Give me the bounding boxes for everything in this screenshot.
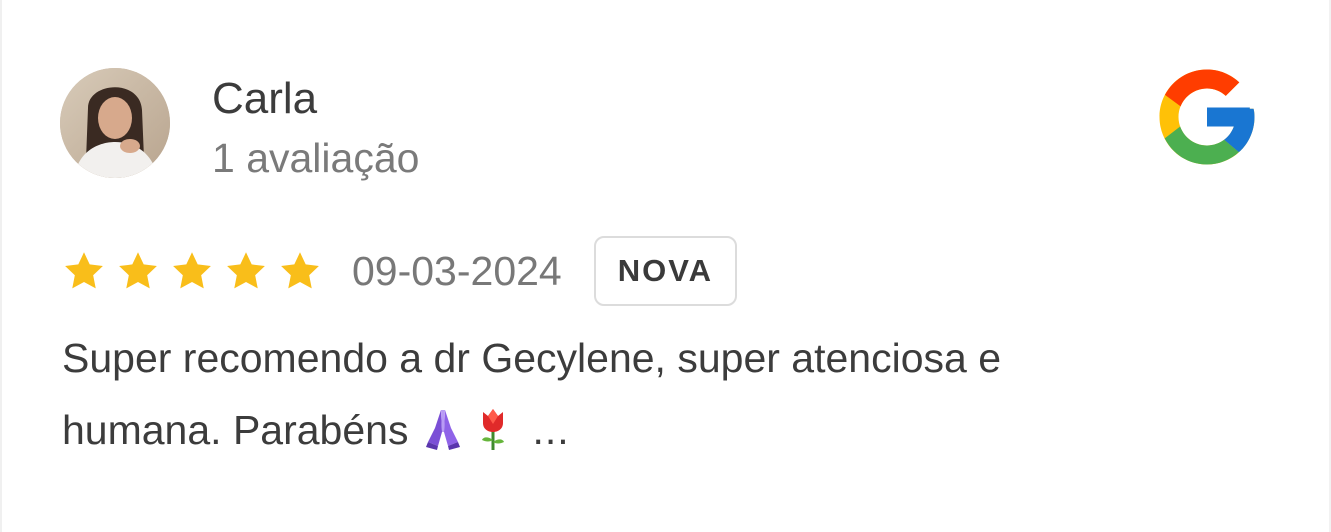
- praying-hands-icon: [424, 400, 462, 472]
- star-rating: [62, 249, 322, 293]
- new-badge: NOVA: [593, 236, 737, 306]
- read-more-ellipsis[interactable]: ...: [532, 407, 569, 453]
- star-icon: [227, 252, 265, 289]
- star-icon: [173, 252, 211, 289]
- review-card: Carla 1 avaliação 09-03-2024 NOVA Super …: [0, 0, 1331, 532]
- reviewer-name[interactable]: Carla: [212, 72, 317, 126]
- review-date: 09-03-2024: [352, 248, 562, 294]
- star-icon: [281, 252, 319, 289]
- reviewer-review-count: 1 avaliação: [212, 135, 420, 181]
- star-icon: [119, 252, 157, 289]
- tulip-icon: [478, 400, 508, 472]
- google-g-icon: [1159, 69, 1255, 165]
- review-text-line-2: humana. Parabéns: [62, 407, 409, 453]
- avatar[interactable]: [60, 68, 170, 178]
- avatar-photo: [60, 68, 170, 178]
- review-text[interactable]: Super recomendo a dr Gecylene, super ate…: [62, 322, 1182, 472]
- review-text-line-1: Super recomendo a dr Gecylene, super ate…: [62, 335, 1001, 381]
- star-icon: [65, 252, 103, 289]
- rating-row: 09-03-2024 NOVA: [62, 234, 737, 308]
